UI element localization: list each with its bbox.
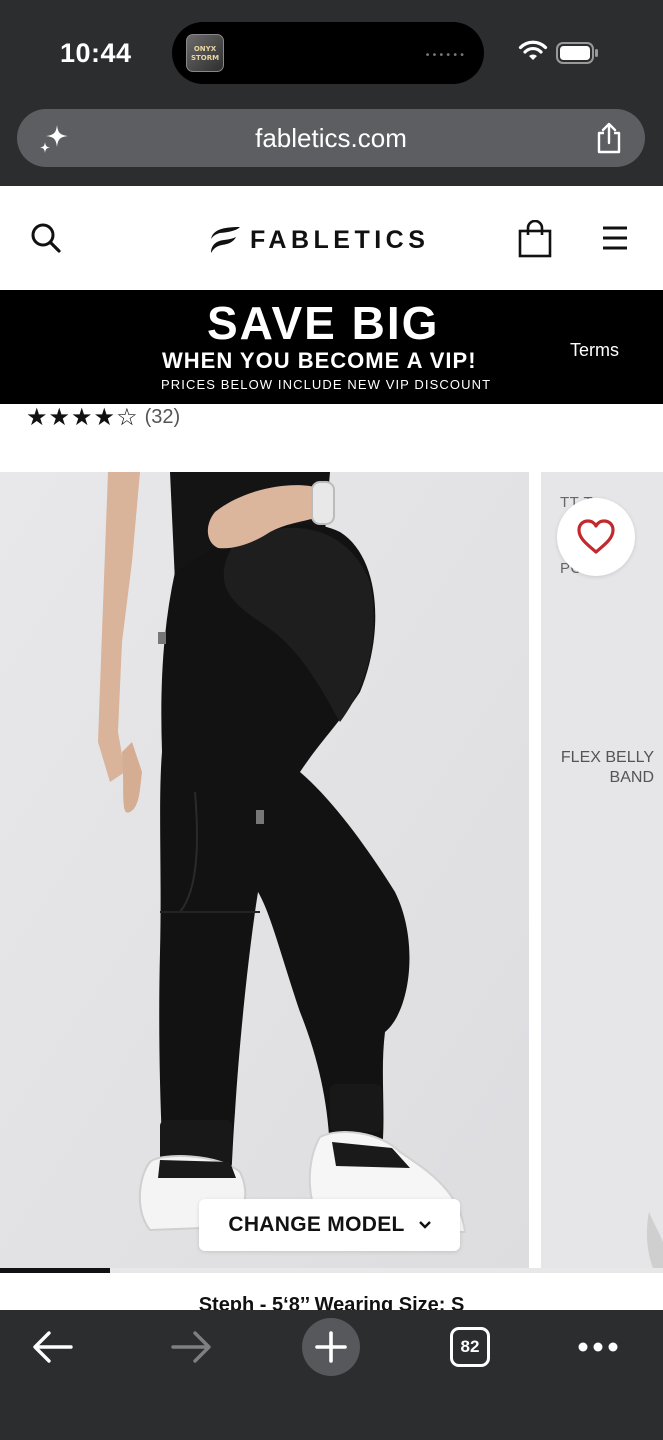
now-playing-thumbnail: ONYX STORM: [186, 34, 224, 72]
wifi-icon: [518, 40, 548, 60]
model-wearing-maternity-jogger-image: [0, 472, 529, 1268]
review-count[interactable]: (32): [145, 406, 181, 429]
star-icon: ★: [93, 403, 116, 431]
change-model-button[interactable]: CHANGE MODEL: [199, 1199, 460, 1251]
audio-waveform-icon: ••••••: [424, 50, 466, 61]
star-icon: ★: [26, 403, 48, 431]
status-time: 10:44: [60, 38, 132, 68]
back-arrow-icon[interactable]: [31, 1330, 73, 1364]
vip-promo-banner[interactable]: SAVE BIG WHEN YOU BECOME A VIP! PRICES B…: [0, 290, 663, 404]
brand-mark-icon: [211, 227, 240, 253]
browser-toolbar: 82: [0, 1310, 663, 1440]
brand-logo[interactable]: FABLETICS: [208, 224, 429, 256]
battery-icon: [556, 42, 598, 64]
gallery-progress-fill: [0, 1268, 111, 1273]
more-options-icon[interactable]: [578, 1342, 618, 1352]
gallery-progress-track: [0, 1268, 663, 1273]
product-detail-image: [646, 1212, 663, 1268]
status-bar: 10:44 ONYX STORM ••••••: [0, 0, 663, 110]
product-rating[interactable]: ★ ★ ★ ★ ☆ (32): [26, 402, 180, 432]
plus-icon: [315, 1331, 347, 1363]
browser-address-bar: fabletics.com: [0, 96, 663, 186]
chevron-down-icon: [418, 1221, 431, 1229]
promo-terms-link[interactable]: Terms: [570, 340, 619, 361]
promo-subtitle: WHEN YOU BECOME A VIP!: [162, 348, 477, 373]
shopping-bag-icon[interactable]: [518, 220, 552, 258]
forward-arrow-icon[interactable]: [171, 1330, 213, 1364]
site-header: FABLETICS: [0, 186, 663, 290]
star-icon: ★: [71, 403, 93, 431]
star-icon: ★: [48, 403, 71, 431]
tabs-count: 82: [460, 1337, 480, 1356]
heart-icon: [577, 519, 615, 554]
menu-icon[interactable]: [602, 226, 628, 250]
new-tab-button[interactable]: [302, 1318, 360, 1376]
change-model-label: CHANGE MODEL: [228, 1213, 405, 1236]
url-text: fabletics.com: [255, 123, 407, 153]
share-icon[interactable]: [595, 121, 623, 155]
star-outline-icon: ☆: [116, 403, 138, 431]
favorite-button[interactable]: [557, 498, 635, 576]
search-icon[interactable]: [30, 222, 62, 254]
promo-note: PRICES BELOW INCLUDE NEW VIP DISCOUNT: [161, 377, 492, 392]
brand-name: FABLETICS: [250, 225, 430, 254]
product-image-gallery[interactable]: TT T PC 3 FLEX BELLY BAND: [0, 472, 663, 1268]
product-photo-next[interactable]: TT T PC 3 FLEX BELLY BAND: [541, 472, 663, 1268]
tabs-button[interactable]: 82: [450, 1327, 490, 1367]
product-photo-main[interactable]: [0, 472, 529, 1268]
dynamic-island[interactable]: ONYX STORM ••••••: [172, 22, 484, 84]
url-field[interactable]: fabletics.com: [17, 109, 645, 167]
